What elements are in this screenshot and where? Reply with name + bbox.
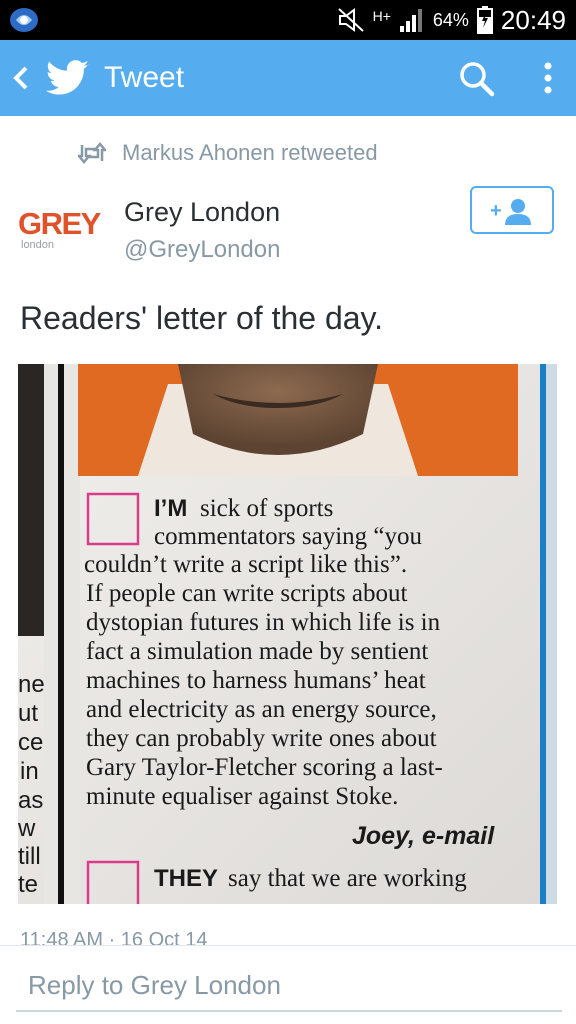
letter-line: machines to harness humans’ heat	[86, 667, 426, 694]
letter-lead: I’M	[154, 495, 187, 522]
letter-line: Gary Taylor-Fletcher scoring a last-	[86, 754, 443, 781]
letter-line: and electricity as an energy source,	[86, 696, 437, 723]
letter-line: sick of sports	[200, 495, 333, 522]
overflow-menu-icon[interactable]	[536, 58, 560, 98]
author-name[interactable]: Grey London	[124, 194, 280, 230]
divider	[0, 945, 576, 946]
column-fragment: till	[18, 843, 41, 870]
clock: 20:49	[500, 4, 566, 35]
letter-line: minute equaliser against Stoke.	[86, 783, 398, 810]
avatar-logo-subtext: london	[21, 239, 54, 251]
reply-input[interactable]	[16, 962, 562, 1008]
status-bar: H+ 64% 20:49	[0, 0, 576, 40]
action-bar: Tweet	[0, 40, 576, 116]
retweet-icon	[78, 142, 106, 164]
follow-user-icon: +	[490, 199, 531, 225]
twitter-bird-icon	[46, 60, 89, 95]
battery-charging-icon	[476, 6, 493, 34]
network-type: H+	[372, 8, 391, 24]
column-fragment: in	[20, 758, 39, 785]
letter-line: couldn’t write a script like this”.	[84, 551, 407, 578]
retweet-context: Markus Ahonen retweeted	[78, 136, 378, 170]
notification-app-icon	[10, 8, 38, 32]
column-fragment: te	[18, 871, 38, 898]
back-icon[interactable]	[10, 62, 34, 94]
photo-image: I’M sick of sports commentators saying “…	[18, 364, 557, 904]
tweet-photo[interactable]: I’M sick of sports commentators saying “…	[18, 364, 557, 904]
search-icon[interactable]	[458, 60, 496, 98]
battery-percent: 64%	[432, 9, 469, 30]
reply-box[interactable]	[16, 962, 562, 1012]
svg-text:+: +	[490, 200, 502, 222]
signal-icon	[399, 9, 422, 32]
letter-line: If people can write scripts about	[86, 580, 407, 607]
next-letter-lead: THEY	[154, 865, 218, 892]
column-fragment: as	[18, 787, 43, 814]
column-fragment: w	[18, 815, 36, 842]
letter-signature: Joey, e-mail	[352, 822, 495, 850]
column-fragment: ne	[18, 671, 45, 698]
author-handle[interactable]: @GreyLondon	[124, 232, 280, 268]
follow-button[interactable]: +	[470, 186, 554, 234]
author-avatar[interactable]: GREY london	[16, 196, 112, 256]
letter-line: fact a simulation made by sentient	[86, 638, 428, 665]
muted-sound-icon	[337, 8, 364, 32]
tweet-text: Readers' letter of the day.	[20, 300, 384, 336]
letter-line: they can probably write ones about	[86, 725, 437, 752]
avatar-logo-text: GREY	[18, 206, 102, 241]
tweet-timestamp: 11:48 AM · 16 Oct 14	[20, 929, 208, 946]
next-letter-text: say that we are working	[228, 865, 467, 892]
letter-line: commentators saying “you	[154, 523, 422, 550]
letter-line: dystopian futures in which life is in	[86, 609, 441, 636]
column-fragment: ut	[18, 700, 38, 727]
screen-title: Tweet	[104, 61, 185, 94]
author-block[interactable]: Grey London @GreyLondon	[124, 194, 280, 268]
retweet-label: Markus Ahonen retweeted	[122, 140, 378, 165]
column-fragment: ce	[18, 729, 43, 756]
